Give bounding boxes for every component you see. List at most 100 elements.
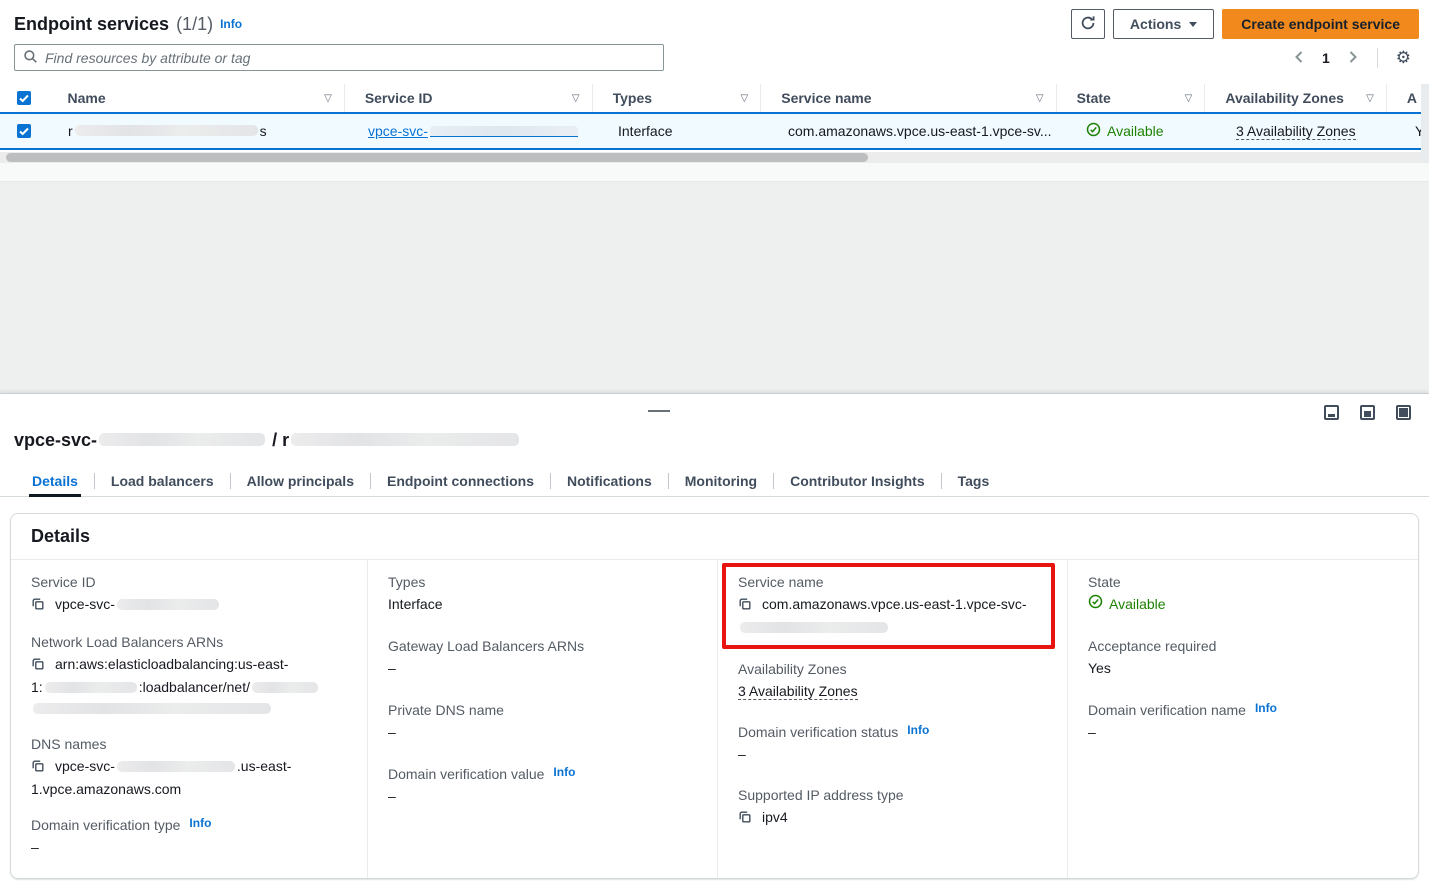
column-header-availability-zones[interactable]: Availability Zones ▽ <box>1205 84 1386 112</box>
panel-drag-handle[interactable] <box>648 410 670 417</box>
column-header-service-id[interactable]: Service ID ▽ <box>345 84 593 112</box>
redacted-text <box>99 433 265 446</box>
copy-icon[interactable] <box>738 809 752 830</box>
field-value: – <box>388 722 697 743</box>
tab-allow-principals[interactable]: Allow principals <box>231 466 370 496</box>
info-link[interactable]: Info <box>189 816 211 830</box>
horizontal-scrollbar[interactable] <box>0 152 1429 163</box>
panel-size-half-icon[interactable] <box>1360 405 1375 420</box>
page-number: 1 <box>1314 50 1338 66</box>
pagination-next-button[interactable] <box>1342 46 1363 71</box>
copy-icon[interactable] <box>31 596 45 617</box>
field-label: Acceptance required <box>1088 638 1216 654</box>
info-link[interactable]: Info <box>553 765 575 779</box>
column-filter-icon[interactable]: ▽ <box>1185 93 1193 104</box>
column-label: State <box>1077 90 1177 106</box>
column-filter-icon[interactable]: ▽ <box>1366 93 1374 104</box>
tab-label: Contributor Insights <box>790 473 925 489</box>
tab-tags[interactable]: Tags <box>942 466 1006 496</box>
field-label: Service name <box>738 574 824 590</box>
actions-button-label: Actions <box>1130 16 1181 32</box>
tab-monitoring[interactable]: Monitoring <box>669 466 773 496</box>
service-id-link[interactable]: vpce-svc- <box>368 123 580 139</box>
table-header-row: Name ▽ Service ID ▽ Types ▽ Service name… <box>0 84 1429 112</box>
redacted-text <box>117 761 235 772</box>
panel-size-small-icon[interactable] <box>1324 405 1339 420</box>
table-footer-strip <box>0 163 1429 182</box>
tab-label: Allow principals <box>247 473 354 489</box>
select-all-cell <box>0 84 48 112</box>
column-filter-icon[interactable]: ▽ <box>324 93 332 104</box>
tab-label: Notifications <box>567 473 652 489</box>
endpoint-services-table: Name ▽ Service ID ▽ Types ▽ Service name… <box>0 84 1429 150</box>
refresh-icon <box>1080 15 1096 34</box>
pagination-divider <box>1377 48 1378 68</box>
panel-size-controls <box>1324 405 1411 420</box>
field-nlb-arns: Network Load Balancers ARNs arn:aws:elas… <box>31 634 347 719</box>
column-filter-icon[interactable]: ▽ <box>1036 93 1044 104</box>
field-types: Types Interface <box>388 574 697 615</box>
info-link[interactable]: Info <box>907 723 929 737</box>
redacted-text <box>252 682 318 693</box>
chevron-left-icon <box>1293 50 1306 67</box>
details-column-2: Types Interface Gateway Load Balancers A… <box>368 560 718 878</box>
column-filter-icon[interactable]: ▽ <box>741 93 749 104</box>
table-toolbar: 1 ⚙ <box>14 44 1415 72</box>
field-label: DNS names <box>31 736 106 752</box>
copy-icon[interactable] <box>31 656 45 677</box>
gear-icon: ⚙ <box>1396 50 1411 67</box>
column-header-state[interactable]: State ▽ <box>1057 84 1206 112</box>
pagination-prev-button[interactable] <box>1289 46 1310 71</box>
cell-state: Available <box>1066 114 1216 148</box>
copy-icon[interactable] <box>31 758 45 779</box>
redacted-text <box>45 682 137 693</box>
field-label: Domain verification type <box>31 817 180 833</box>
search-box <box>14 44 664 71</box>
field-label: Domain verification status <box>738 724 898 740</box>
field-value: – <box>388 658 697 679</box>
info-link[interactable]: Info <box>220 17 242 31</box>
tab-details[interactable]: Details <box>16 466 94 496</box>
row-checkbox[interactable] <box>17 124 31 138</box>
tab-load-balancers[interactable]: Load balancers <box>95 466 230 496</box>
tab-contributor-insights[interactable]: Contributor Insights <box>774 466 941 496</box>
panel-title-name: r <box>282 430 289 450</box>
select-all-checkbox[interactable] <box>17 91 31 105</box>
tab-label: Endpoint connections <box>387 473 534 489</box>
service-name-highlight: Service name com.amazonaws.vpce.us-east-… <box>722 563 1055 649</box>
scrollbar-thumb[interactable] <box>6 153 868 162</box>
column-label: Service ID <box>365 90 564 106</box>
field-domain-verification-type: Domain verification type Info – <box>31 817 347 858</box>
availability-zones-link[interactable]: 3 Availability Zones <box>1236 123 1356 140</box>
availability-zones-link[interactable]: 3 Availability Zones <box>738 683 858 700</box>
tab-endpoint-connections[interactable]: Endpoint connections <box>371 466 550 496</box>
info-link[interactable]: Info <box>1255 701 1277 715</box>
field-domain-verification-value: Domain verification value Info – <box>388 766 697 807</box>
cell-service-name: com.amazonaws.vpce.us-east-1.vpce-sv... <box>768 114 1066 148</box>
field-domain-verification-name: Domain verification name Info – <box>1088 702 1398 743</box>
details-card-body: Service ID vpce-svc- Network Load Balanc… <box>11 560 1418 878</box>
refresh-button[interactable] <box>1071 9 1105 39</box>
column-header-name[interactable]: Name ▽ <box>48 84 345 112</box>
actions-button[interactable]: Actions <box>1113 9 1214 39</box>
redacted-text <box>291 433 519 446</box>
field-value: .us-east- <box>237 758 291 774</box>
table-row[interactable]: rs vpce-svc- Interface com.amazonaws.vpc… <box>0 112 1429 150</box>
field-label: Domain verification value <box>388 766 544 782</box>
field-label: Domain verification name <box>1088 702 1246 718</box>
copy-icon[interactable] <box>738 596 752 617</box>
status-badge: Available <box>1088 594 1398 615</box>
tab-notifications[interactable]: Notifications <box>551 466 668 496</box>
field-private-dns-name: Private DNS name – <box>388 702 697 743</box>
tab-label: Load balancers <box>111 473 214 489</box>
column-filter-icon[interactable]: ▽ <box>572 93 580 104</box>
field-acceptance-required: Acceptance required Yes <box>1088 638 1398 679</box>
search-input[interactable] <box>45 50 655 66</box>
column-header-service-name[interactable]: Service name ▽ <box>761 84 1056 112</box>
create-endpoint-service-button[interactable]: Create endpoint service <box>1222 9 1419 39</box>
preferences-button[interactable]: ⚙ <box>1392 46 1415 71</box>
panel-size-full-icon[interactable] <box>1396 405 1411 420</box>
field-value: Interface <box>388 594 697 615</box>
panel-title: vpce-svc- / r <box>14 430 521 451</box>
column-header-types[interactable]: Types ▽ <box>593 84 762 112</box>
